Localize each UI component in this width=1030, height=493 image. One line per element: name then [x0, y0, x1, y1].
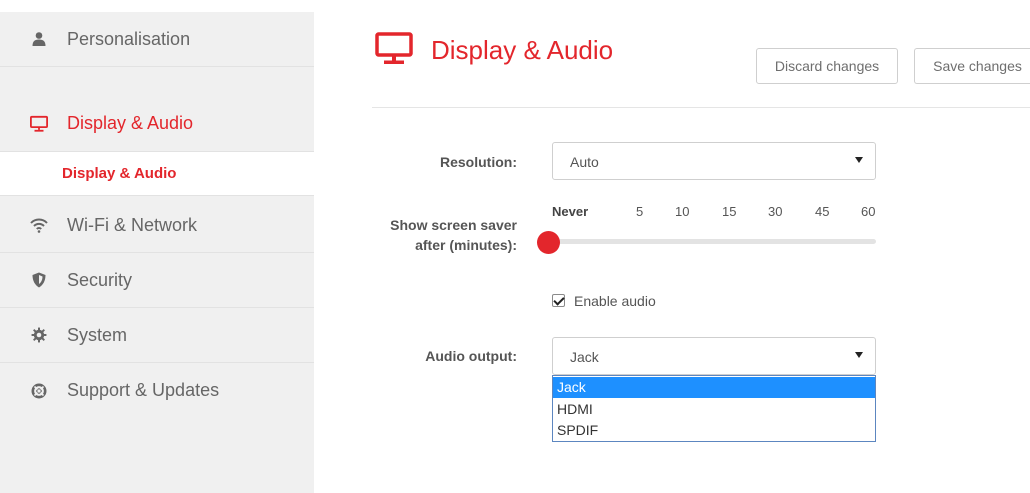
- monitor-icon: [30, 115, 48, 133]
- slider-tick-label: Never: [552, 204, 589, 219]
- sidebar-item-label: Support & Updates: [67, 380, 220, 400]
- dropdown-option-jack[interactable]: Jack: [553, 377, 875, 398]
- screensaver-slider-track[interactable]: [552, 239, 876, 244]
- enable-audio-label: Enable audio: [574, 293, 656, 309]
- slider-tick-label: 10: [675, 204, 690, 219]
- sidebar: Personalisation Display & Audio Display …: [0, 12, 314, 493]
- sidebar-item-label: System: [67, 324, 128, 345]
- sidebar-item-label: Security: [67, 269, 133, 290]
- slider-tick-label: 45: [815, 204, 830, 219]
- slider-tick-label: 30: [768, 204, 783, 219]
- save-changes-button[interactable]: Save changes: [914, 48, 1030, 84]
- slider-tick-label: 60: [861, 204, 876, 219]
- resolution-value: Auto: [570, 154, 599, 170]
- resolution-select[interactable]: Auto: [552, 142, 876, 180]
- sidebar-item-system[interactable]: System: [0, 308, 314, 363]
- screensaver-label-line2: after (minutes):: [415, 237, 517, 253]
- sidebar-item-label: Wi-Fi & Network: [67, 214, 197, 235]
- audio-output-select[interactable]: Jack: [552, 337, 876, 375]
- monitor-icon: [375, 32, 413, 71]
- audio-output-dropdown: Jack HDMI SPDIF: [552, 375, 876, 442]
- dropdown-option-spdif[interactable]: SPDIF: [553, 420, 875, 441]
- sidebar-subitem-display-audio[interactable]: Display & Audio: [0, 151, 314, 196]
- sidebar-item-personalisation[interactable]: Personalisation: [0, 12, 314, 67]
- gear-icon: [30, 326, 48, 344]
- screensaver-label-line1: Show screen saver: [390, 217, 517, 233]
- sidebar-item-label: Personalisation: [67, 28, 191, 49]
- chevron-down-icon: [855, 157, 863, 163]
- lifebuoy-icon: [30, 382, 48, 400]
- audio-output-value: Jack: [570, 349, 599, 365]
- shield-icon: [30, 271, 48, 289]
- resolution-label: Resolution:: [440, 154, 517, 170]
- header-divider: [372, 107, 1030, 108]
- dropdown-option-hdmi[interactable]: HDMI: [553, 399, 875, 420]
- chevron-down-icon: [855, 352, 863, 358]
- wifi-icon: [30, 216, 48, 234]
- sidebar-subitem-label: Display & Audio: [62, 165, 177, 182]
- enable-audio-checkbox[interactable]: [552, 294, 565, 307]
- slider-tick-label: 5: [636, 204, 644, 219]
- sidebar-item-display-audio[interactable]: Display & Audio: [0, 96, 314, 151]
- screensaver-slider-handle[interactable]: [537, 231, 560, 254]
- sidebar-item-wifi-network[interactable]: Wi-Fi & Network: [0, 198, 314, 253]
- discard-changes-button[interactable]: Discard changes: [756, 48, 898, 84]
- page-title: Display & Audio: [431, 35, 614, 65]
- sidebar-item-security[interactable]: Security: [0, 253, 314, 308]
- sidebar-item-support-updates[interactable]: Support & Updates: [0, 363, 314, 418]
- audio-output-label: Audio output:: [425, 348, 517, 364]
- person-icon: [30, 30, 48, 48]
- slider-tick-label: 15: [722, 204, 737, 219]
- sidebar-item-label: Display & Audio: [67, 113, 194, 133]
